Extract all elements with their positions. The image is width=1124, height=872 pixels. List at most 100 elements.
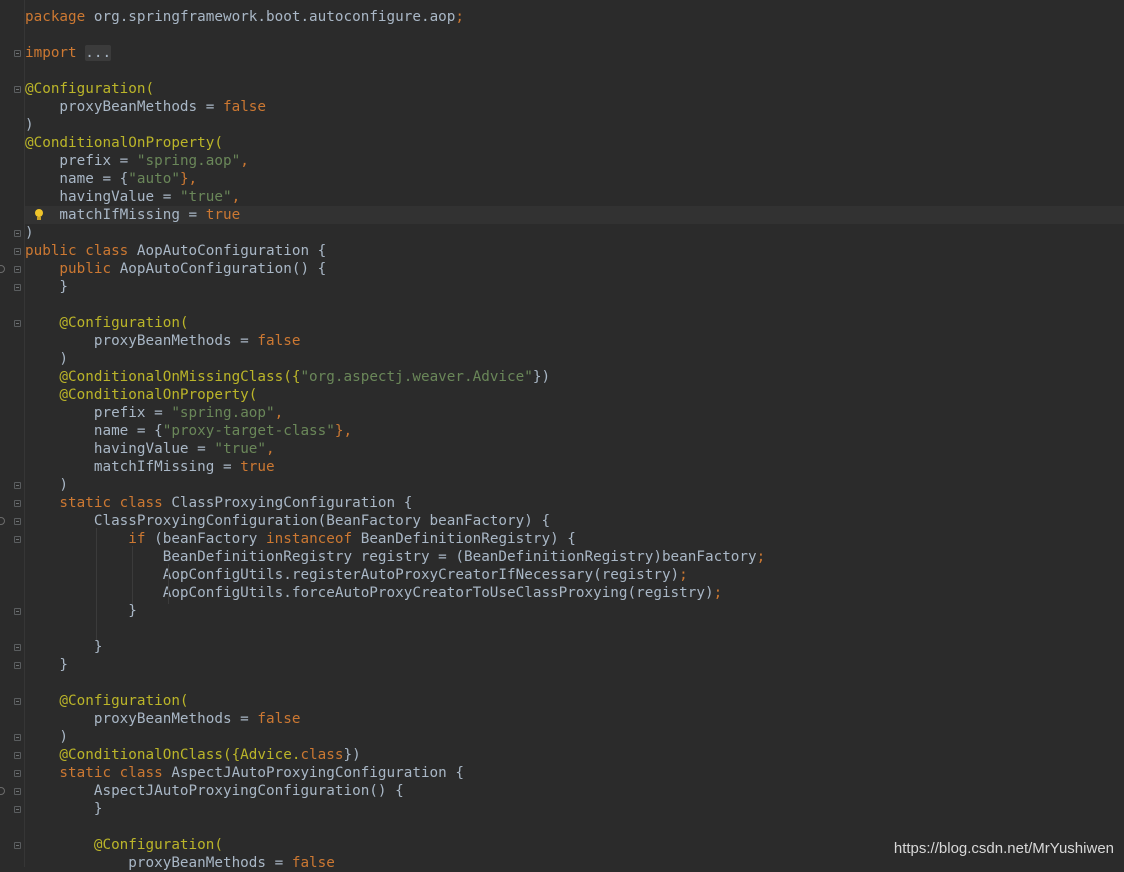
- code-line[interactable]: AspectJAutoProxyingConfiguration() {: [25, 782, 1124, 800]
- code-line[interactable]: }: [25, 278, 1124, 296]
- code-line[interactable]: import ...: [25, 44, 1124, 62]
- code-line[interactable]: havingValue = "true",: [25, 188, 1124, 206]
- code-line[interactable]: static class ClassProxyingConfiguration …: [25, 494, 1124, 512]
- code-token: proxyBeanMethods =: [25, 855, 292, 871]
- code-line[interactable]: ): [25, 224, 1124, 242]
- fold-toggle-icon[interactable]: [14, 734, 21, 741]
- code-line[interactable]: ): [25, 728, 1124, 746]
- code-line[interactable]: name = {"proxy-target-class"},: [25, 422, 1124, 440]
- code-token: AopConfigUtils.forceAutoProxyCreatorToUs…: [25, 585, 714, 601]
- code-line[interactable]: }: [25, 656, 1124, 674]
- fold-toggle-icon[interactable]: [14, 842, 21, 849]
- code-line[interactable]: }: [25, 800, 1124, 818]
- code-token: prefix =: [25, 153, 137, 169]
- code-line[interactable]: @Configuration(: [25, 692, 1124, 710]
- fold-toggle-icon[interactable]: [14, 698, 21, 705]
- code-token: havingValue =: [25, 441, 215, 457]
- code-token: AspectJAutoProxyingConfiguration {: [171, 765, 464, 781]
- code-token: proxyBeanMethods =: [25, 99, 223, 115]
- code-token: @ConditionalOnClass({Advice.: [25, 747, 301, 763]
- code-line[interactable]: prefix = "spring.aop",: [25, 404, 1124, 422]
- code-line[interactable]: @ConditionalOnProperty(: [25, 386, 1124, 404]
- code-token: }): [532, 369, 551, 385]
- fold-toggle-icon[interactable]: [14, 230, 21, 237]
- code-line[interactable]: public AopAutoConfiguration() {: [25, 260, 1124, 278]
- code-line[interactable]: ): [25, 476, 1124, 494]
- fold-toggle-icon[interactable]: [14, 608, 21, 615]
- code-line[interactable]: }: [25, 638, 1124, 656]
- code-line[interactable]: matchIfMissing = true: [25, 206, 1124, 224]
- code-token: ;: [679, 567, 688, 583]
- fold-toggle-icon[interactable]: [14, 662, 21, 669]
- code-line[interactable]: havingValue = "true",: [25, 440, 1124, 458]
- code-line[interactable]: BeanDefinitionRegistry registry = (BeanD…: [25, 548, 1124, 566]
- code-line[interactable]: matchIfMissing = true: [25, 458, 1124, 476]
- code-token: }: [25, 639, 103, 655]
- code-token: import: [25, 45, 86, 61]
- code-line[interactable]: }: [25, 602, 1124, 620]
- code-line[interactable]: [25, 674, 1124, 692]
- code-line[interactable]: [25, 62, 1124, 80]
- code-editor[interactable]: package org.springframework.boot.autocon…: [0, 0, 1124, 871]
- fold-toggle-icon[interactable]: [14, 536, 21, 543]
- code-line[interactable]: AopConfigUtils.registerAutoProxyCreatorI…: [25, 566, 1124, 584]
- code-line[interactable]: proxyBeanMethods = false: [25, 98, 1124, 116]
- code-line[interactable]: @Configuration(: [25, 80, 1124, 98]
- code-token: if: [25, 531, 155, 547]
- fold-toggle-icon[interactable]: [14, 320, 21, 327]
- code-line[interactable]: proxyBeanMethods = false: [25, 710, 1124, 728]
- code-token: "spring.aop": [136, 153, 241, 169]
- fold-toggle-icon[interactable]: [14, 788, 21, 795]
- code-line[interactable]: [25, 620, 1124, 638]
- code-line[interactable]: @ConditionalOnProperty(: [25, 134, 1124, 152]
- code-token: "spring.aop": [171, 405, 275, 421]
- code-token: AopConfigUtils.registerAutoProxyCreatorI…: [25, 567, 680, 583]
- fold-toggle-icon[interactable]: [14, 482, 21, 489]
- code-token: class: [300, 747, 344, 763]
- code-line[interactable]: @ConditionalOnMissingClass({"org.aspectj…: [25, 368, 1124, 386]
- code-token: "auto": [128, 171, 180, 187]
- code-token: org.springframework.boot.autoconfigure.a…: [93, 9, 456, 25]
- code-token: package: [25, 9, 94, 25]
- code-line[interactable]: static class AspectJAutoProxyingConfigur…: [25, 764, 1124, 782]
- fold-toggle-icon[interactable]: [14, 770, 21, 777]
- fold-toggle-icon[interactable]: [14, 644, 21, 651]
- code-token: false: [257, 711, 301, 727]
- code-token: @Configuration(: [25, 315, 189, 331]
- code-token: BeanDefinitionRegistry registry = (BeanD…: [25, 549, 757, 565]
- code-token: ): [25, 477, 69, 493]
- fold-toggle-icon[interactable]: [14, 806, 21, 813]
- fold-toggle-icon[interactable]: [14, 86, 21, 93]
- fold-toggle-icon[interactable]: [14, 518, 21, 525]
- fold-toggle-icon[interactable]: [14, 284, 21, 291]
- code-line[interactable]: [25, 26, 1124, 44]
- code-line[interactable]: ): [25, 350, 1124, 368]
- code-token: ): [25, 117, 34, 133]
- code-line[interactable]: prefix = "spring.aop",: [25, 152, 1124, 170]
- code-line[interactable]: AopConfigUtils.forceAutoProxyCreatorToUs…: [25, 584, 1124, 602]
- folded-imports[interactable]: ...: [85, 45, 112, 61]
- code-line[interactable]: ): [25, 116, 1124, 134]
- watermark: https://blog.csdn.net/MrYushiwen: [893, 840, 1114, 857]
- code-token: "org.aspectj.weaver.Advice": [300, 369, 533, 385]
- code-line[interactable]: ClassProxyingConfiguration(BeanFactory b…: [25, 512, 1124, 530]
- fold-toggle-icon[interactable]: [14, 50, 21, 57]
- code-line[interactable]: @Configuration(: [25, 314, 1124, 332]
- fold-toggle-icon[interactable]: [14, 266, 21, 273]
- code-token: public class: [25, 243, 137, 259]
- code-line[interactable]: package org.springframework.boot.autocon…: [25, 8, 1124, 26]
- fold-toggle-icon[interactable]: [14, 248, 21, 255]
- code-line[interactable]: [25, 818, 1124, 836]
- code-line[interactable]: public class AopAutoConfiguration {: [25, 242, 1124, 260]
- code-token: ,: [231, 189, 241, 205]
- lightbulb-icon[interactable]: [34, 208, 44, 222]
- code-token: }: [25, 603, 137, 619]
- code-line[interactable]: if (beanFactory instanceof BeanDefinitio…: [25, 530, 1124, 548]
- code-line[interactable]: @ConditionalOnClass({Advice.class}): [25, 746, 1124, 764]
- code-token: ;: [756, 549, 766, 565]
- fold-toggle-icon[interactable]: [14, 500, 21, 507]
- fold-toggle-icon[interactable]: [14, 752, 21, 759]
- code-line[interactable]: [25, 296, 1124, 314]
- code-line[interactable]: proxyBeanMethods = false: [25, 332, 1124, 350]
- code-line[interactable]: name = {"auto"},: [25, 170, 1124, 188]
